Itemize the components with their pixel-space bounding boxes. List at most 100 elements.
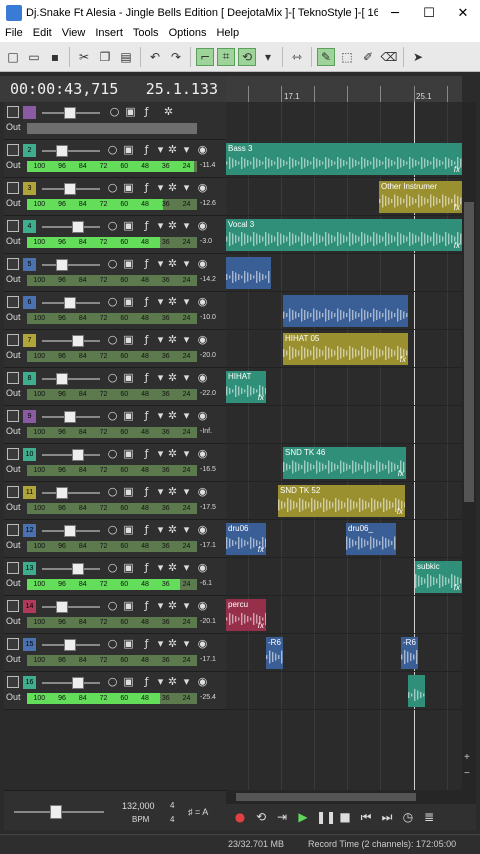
record-arm-icon[interactable]: ○ [106, 333, 119, 347]
volume-knob[interactable] [56, 373, 68, 385]
output-routing-icon[interactable]: ◉ [196, 371, 209, 385]
fx-icon[interactable]: ƒ [140, 295, 153, 309]
settings-dropdown-icon[interactable]: ▾ [180, 143, 193, 157]
settings-dropdown-icon[interactable]: ▾ [180, 257, 193, 271]
volume-knob[interactable] [72, 449, 84, 461]
master-fader-knob[interactable] [50, 805, 62, 819]
fx-icon[interactable]: ƒ [140, 599, 153, 613]
fx-icon[interactable]: ƒ [140, 371, 153, 385]
fx-icon[interactable]: ƒ [140, 561, 153, 575]
loop-icon[interactable]: ⟲ [238, 47, 256, 66]
volume-knob[interactable] [72, 677, 84, 689]
mute-icon[interactable]: ▣ [122, 219, 135, 233]
menu-options[interactable]: Options [164, 26, 212, 42]
gear-icon[interactable]: ✲ [166, 561, 179, 575]
audio-clip[interactable]: -R6 [401, 637, 418, 669]
track-select-box[interactable] [7, 296, 19, 308]
gear-icon[interactable]: ✲ [166, 219, 179, 233]
scroll-thumb[interactable] [464, 202, 474, 502]
track-select-box[interactable] [7, 562, 19, 574]
close-button[interactable]: ✕ [446, 6, 480, 21]
gear-icon[interactable]: ✲ [166, 523, 179, 537]
volume-fader[interactable] [42, 340, 100, 342]
brush-tool-icon[interactable]: ✐ [359, 48, 377, 66]
volume-knob[interactable] [72, 563, 84, 575]
fx-icon[interactable]: ƒ [140, 181, 153, 195]
fx-icon[interactable]: ƒ [140, 219, 153, 233]
settings-dropdown-icon[interactable]: ▾ [180, 371, 193, 385]
marker-icon[interactable]: ▾ [259, 48, 277, 66]
track-select-box[interactable] [7, 182, 19, 194]
output-routing-icon[interactable]: ◉ [196, 523, 209, 537]
select-tool-icon[interactable]: ⬚ [338, 48, 356, 66]
zoom-out-icon[interactable]: − [464, 768, 470, 779]
audio-clip[interactable] [283, 295, 408, 327]
menu-view[interactable]: View [57, 26, 91, 42]
gear-icon[interactable]: ✲ [166, 409, 179, 423]
stop-icon[interactable]: ■ [337, 809, 353, 825]
settings-dropdown-icon[interactable]: ▾ [180, 333, 193, 347]
mute-icon[interactable]: ▣ [122, 637, 135, 651]
mute-icon[interactable]: ▣ [122, 523, 135, 537]
output-routing-icon[interactable]: ◉ [196, 295, 209, 309]
volume-fader[interactable] [42, 378, 100, 380]
track-lane[interactable] [226, 672, 462, 710]
output-routing-icon[interactable]: ◉ [196, 599, 209, 613]
track-select-box[interactable] [7, 144, 19, 156]
settings-dropdown-icon[interactable]: ▾ [180, 523, 193, 537]
fx-icon[interactable]: ƒ [140, 333, 153, 347]
cut-icon[interactable]: ✂ [75, 48, 93, 66]
mute-icon[interactable]: ▣ [122, 333, 135, 347]
forward-icon[interactable]: ⏭ [379, 809, 395, 825]
volume-knob[interactable] [64, 183, 76, 195]
audio-clip[interactable]: HIHAT fx [226, 371, 266, 403]
fx-icon[interactable]: ƒ [140, 105, 153, 119]
record-arm-icon[interactable]: ○ [106, 561, 119, 575]
menu-file[interactable]: File [0, 26, 28, 42]
output-routing-icon[interactable]: ◉ [196, 561, 209, 575]
gear-icon[interactable]: ✲ [162, 105, 175, 119]
record-arm-icon[interactable]: ○ [106, 143, 119, 157]
gear-icon[interactable]: ✲ [166, 599, 179, 613]
eraser-tool-icon[interactable]: ⌫ [380, 48, 398, 66]
volume-knob[interactable] [64, 411, 76, 423]
horizontal-scrollbar[interactable] [226, 790, 476, 804]
settings-dropdown-icon[interactable]: ▾ [180, 561, 193, 575]
track-lane[interactable] [226, 406, 462, 444]
pause-icon[interactable]: ❚❚ [316, 809, 336, 825]
time-signature-top[interactable]: 4 [170, 801, 174, 810]
track-select-box[interactable] [7, 372, 19, 384]
volume-fader[interactable] [42, 606, 100, 608]
output-routing-icon[interactable]: ◉ [196, 637, 209, 651]
volume-fader[interactable] [42, 150, 100, 152]
track-select-box[interactable] [7, 524, 19, 536]
audio-clip[interactable]: percu fx [226, 599, 266, 631]
mute-icon[interactable]: ▣ [122, 295, 135, 309]
minimize-button[interactable]: ─ [378, 6, 412, 21]
copy-icon[interactable]: ❐ [96, 48, 114, 66]
gear-icon[interactable]: ✲ [166, 675, 179, 689]
redo-icon[interactable]: ↷ [167, 48, 185, 66]
gear-icon[interactable]: ✲ [166, 181, 179, 195]
fx-icon[interactable]: ƒ [140, 523, 153, 537]
volume-knob[interactable] [64, 297, 76, 309]
fx-icon[interactable]: ƒ [140, 257, 153, 271]
mute-icon[interactable]: ▣ [122, 257, 135, 271]
key-signature[interactable]: ♯ = A [188, 807, 208, 817]
record-arm-icon[interactable]: ○ [106, 181, 119, 195]
record-arm-icon[interactable]: ○ [106, 447, 119, 461]
track-select-box[interactable] [7, 448, 19, 460]
track-select-box[interactable] [7, 486, 19, 498]
volume-knob[interactable] [56, 601, 68, 613]
track-select-box[interactable] [7, 106, 19, 118]
output-routing-icon[interactable]: ◉ [196, 409, 209, 423]
volume-knob[interactable] [56, 145, 68, 157]
record-arm-icon[interactable]: ○ [106, 219, 119, 233]
mute-icon[interactable]: ▣ [122, 599, 135, 613]
mute-icon[interactable]: ▣ [122, 409, 135, 423]
metronome-icon[interactable]: ◷ [400, 809, 416, 825]
audio-clip[interactable] [226, 257, 271, 289]
record-arm-icon[interactable]: ○ [106, 599, 119, 613]
gear-icon[interactable]: ✲ [166, 371, 179, 385]
audio-clip[interactable]: Vocal 3 fx [226, 219, 462, 251]
